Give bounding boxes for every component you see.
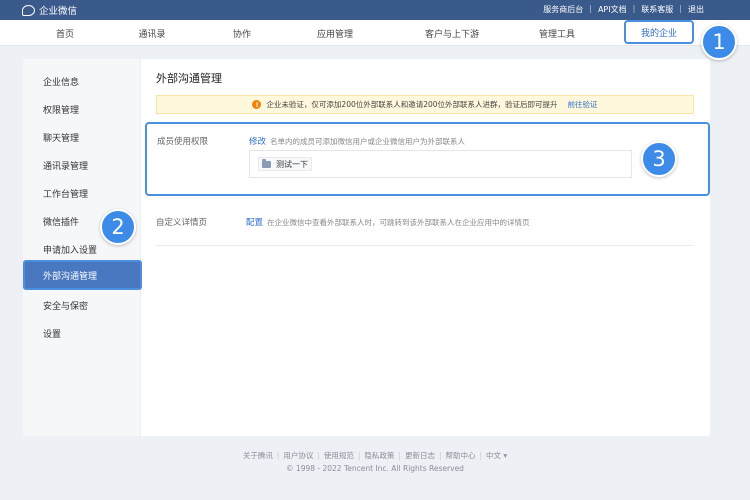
nav-collaboration[interactable]: 协作 bbox=[233, 27, 251, 40]
sidebar-item-permissions[interactable]: 权限管理 bbox=[43, 103, 79, 116]
chat-bubble-icon bbox=[22, 4, 35, 16]
top-link-api-docs[interactable]: API文档 bbox=[592, 4, 633, 15]
footer-link-privacy[interactable]: 隐私政策 bbox=[364, 451, 394, 460]
sidebar-item-workbench[interactable]: 工作台管理 bbox=[43, 187, 88, 200]
folder-icon bbox=[262, 158, 271, 168]
annotation-badge-1: 1 bbox=[701, 24, 737, 60]
sidebar-item-external-communication[interactable]: 外部沟通管理 bbox=[23, 260, 142, 290]
separator: | bbox=[276, 451, 280, 460]
top-link-logout[interactable]: 退出 bbox=[682, 4, 710, 15]
member-permission-section: 成员使用权限 修改 名单内的成员可添加微信用户或企业微信用户为外部联系人 测试一… bbox=[145, 122, 710, 196]
nav-customers[interactable]: 客户与上下游 bbox=[425, 27, 479, 40]
custom-detail-label: 自定义详情页 bbox=[156, 218, 208, 228]
annotation-badge-3: 3 bbox=[641, 141, 677, 177]
footer-link-about[interactable]: 关于腾讯 bbox=[243, 451, 273, 460]
sidebar-item-wechat-plugin[interactable]: 微信插件 bbox=[43, 215, 79, 228]
sidebar-item-contacts[interactable]: 通讯录管理 bbox=[43, 159, 88, 172]
separator: | bbox=[589, 4, 592, 13]
annotation-badge-2: 2 bbox=[100, 209, 136, 245]
footer-link-help[interactable]: 帮助中心 bbox=[445, 451, 475, 460]
sidebar-item-join-settings[interactable]: 申请加入设置 bbox=[43, 243, 97, 256]
separator: | bbox=[679, 4, 682, 13]
notice-text: 企业未验证，仅可添加200位外部联系人和邀请200位外部联系人进群，验证后即可提… bbox=[266, 100, 558, 109]
sidebar: 企业信息 权限管理 聊天管理 通讯录管理 工作台管理 微信插件 申请加入设置 外… bbox=[23, 59, 142, 436]
member-list-field: 测试一下 bbox=[249, 150, 632, 178]
sidebar-item-company-info[interactable]: 企业信息 bbox=[43, 75, 79, 88]
top-bar: 企业微信 服务商后台 | API文档 | 联系客服 | 退出 bbox=[0, 0, 750, 20]
separator: | bbox=[357, 451, 361, 460]
nav-my-company[interactable]: 我的企业 bbox=[624, 20, 694, 44]
separator: | bbox=[317, 451, 320, 460]
warning-icon: ! bbox=[252, 100, 262, 109]
member-tag[interactable]: 测试一下 bbox=[258, 157, 312, 171]
page-title: 外部沟通管理 bbox=[156, 72, 222, 85]
footer-link-changelog[interactable]: 更新日志 bbox=[405, 451, 435, 460]
nav-home[interactable]: 首页 bbox=[56, 27, 74, 40]
footer-links: 关于腾讯 | 用户协议 | 使用规范 | 隐私政策 | 更新日志 | 帮助中心 | 中文 ▾ bbox=[0, 450, 750, 461]
custom-detail-description: 在企业微信中查看外部联系人时，可跳转到该外部联系人在企业应用中的详情页 bbox=[267, 218, 530, 227]
top-links: 服务商后台 | API文档 | 联系客服 | 退出 bbox=[537, 4, 710, 15]
nav-tools[interactable]: 管理工具 bbox=[539, 27, 575, 40]
app-title: 企业微信 bbox=[39, 6, 78, 17]
separator: | bbox=[479, 451, 483, 460]
divider bbox=[156, 245, 694, 246]
go-verify-link[interactable]: 前往验证 bbox=[568, 99, 598, 110]
logo[interactable]: 企业微信 bbox=[22, 3, 77, 17]
member-permission-label: 成员使用权限 bbox=[157, 137, 209, 147]
configure-detail-link[interactable]: 配置 bbox=[246, 216, 263, 228]
sidebar-item-settings[interactable]: 设置 bbox=[43, 327, 61, 340]
copyright: © 1998 - 2022 Tencent Inc. All Rights Re… bbox=[286, 464, 464, 473]
member-tag-label: 测试一下 bbox=[276, 159, 308, 169]
footer-link-rules[interactable]: 使用规范 bbox=[324, 451, 354, 460]
footer-link-agreement[interactable]: 用户协议 bbox=[283, 451, 313, 460]
nav-app-management[interactable]: 应用管理 bbox=[317, 27, 353, 40]
nav-contacts[interactable]: 通讯录 bbox=[138, 27, 165, 40]
separator: | bbox=[632, 4, 636, 13]
language-selector[interactable]: 中文 ▾ bbox=[486, 451, 507, 460]
separator: | bbox=[398, 451, 401, 460]
sidebar-item-chat[interactable]: 聊天管理 bbox=[43, 131, 79, 144]
verification-notice: ! 企业未验证，仅可添加200位外部联系人和邀请200位外部联系人进群，验证后即… bbox=[156, 95, 694, 114]
top-link-support[interactable]: 联系客服 bbox=[635, 4, 679, 15]
main-nav: 首页 通讯录 协作 应用管理 客户与上下游 管理工具 我的企业 bbox=[0, 20, 750, 46]
member-permission-description: 名单内的成员可添加微信用户或企业微信用户为外部联系人 bbox=[270, 137, 465, 146]
main-panel: 企业信息 权限管理 聊天管理 通讯录管理 工作台管理 微信插件 申请加入设置 外… bbox=[23, 59, 710, 436]
sidebar-item-security[interactable]: 安全与保密 bbox=[43, 299, 88, 312]
separator: | bbox=[438, 451, 442, 460]
edit-permission-link[interactable]: 修改 bbox=[249, 135, 266, 147]
content-area: 外部沟通管理 ! 企业未验证，仅可添加200位外部联系人和邀请200位外部联系人… bbox=[142, 59, 710, 436]
top-link-provider[interactable]: 服务商后台 bbox=[537, 4, 589, 15]
